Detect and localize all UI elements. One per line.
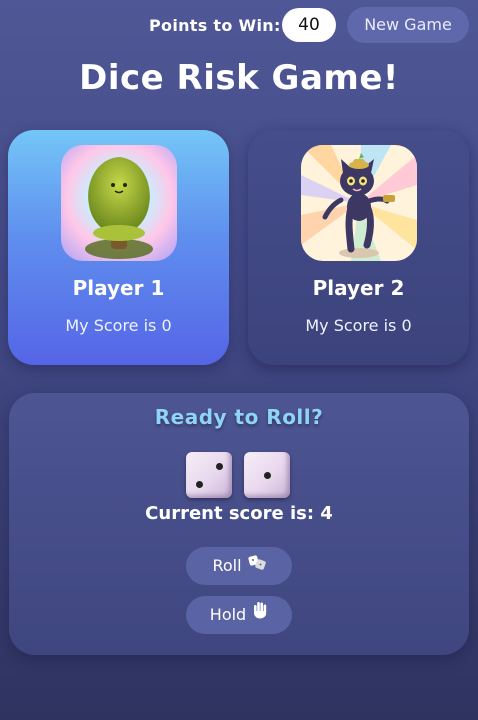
player-2-name: Player 2 [312, 276, 405, 300]
player-card-2: Player 2 My Score is 0 [248, 130, 469, 365]
player-card-1: Player 1 My Score is 0 [8, 130, 229, 365]
current-score: Current score is: 4 [145, 503, 333, 524]
ready-prompt: Ready to Roll? [154, 405, 324, 429]
roll-button-label: Roll [212, 556, 242, 575]
roll-button[interactable]: Roll [186, 547, 292, 585]
game-panel: Ready to Roll? Current score is: 4 Roll … [9, 393, 469, 655]
points-to-win-label: Points to Win: [149, 16, 281, 35]
player-1-score: My Score is 0 [65, 316, 172, 335]
player-1-name: Player 1 [72, 276, 165, 300]
die-pip [264, 472, 271, 479]
player-2-score: My Score is 0 [305, 316, 412, 335]
die-1 [186, 452, 232, 498]
hold-button[interactable]: Hold [186, 596, 292, 634]
dice-icon [247, 546, 266, 584]
player-2-avatar [301, 145, 417, 261]
page-title: Dice Risk Game! [79, 58, 399, 98]
new-game-button[interactable]: New Game [347, 7, 469, 43]
points-to-win-input[interactable]: 40 [282, 8, 336, 42]
die-pip [216, 463, 223, 470]
die-2 [244, 452, 290, 498]
hold-button-label: Hold [209, 605, 247, 624]
die-pip [196, 481, 203, 488]
player-1-avatar [61, 145, 177, 261]
hand-icon [252, 595, 268, 633]
